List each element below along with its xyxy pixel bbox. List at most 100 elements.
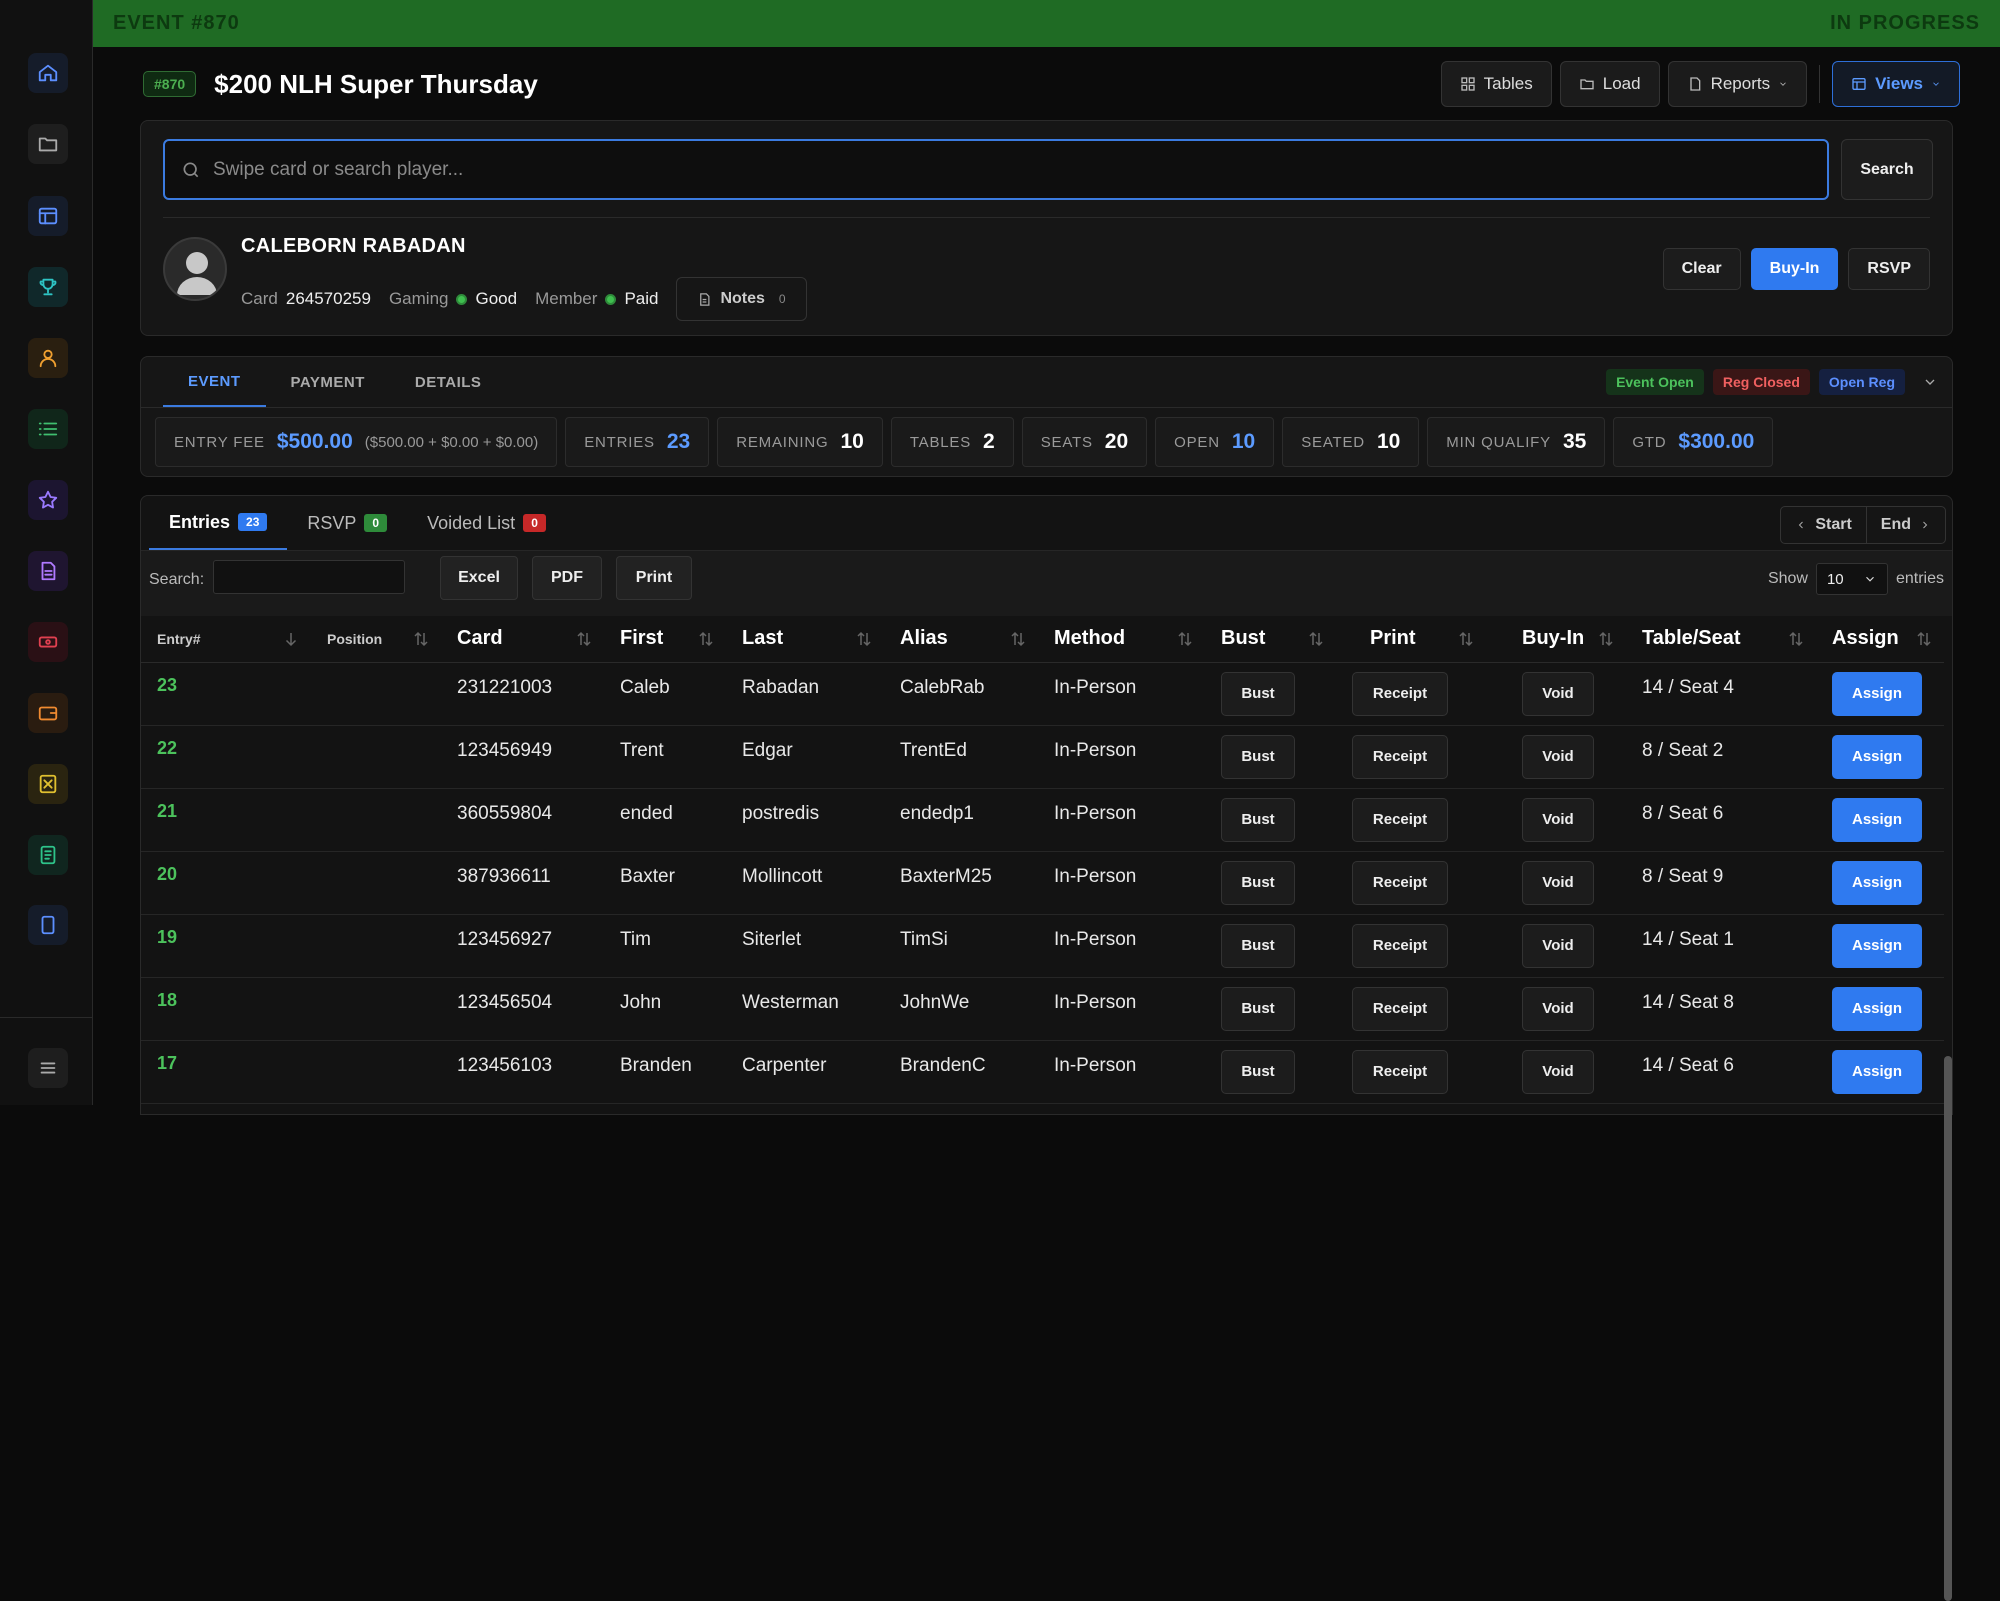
- assign-button[interactable]: Assign: [1832, 671, 1922, 716]
- home-icon[interactable]: [28, 53, 68, 93]
- col-bust[interactable]: Bust: [1205, 616, 1336, 663]
- stat-open: OPEN 10: [1155, 417, 1275, 467]
- folder-icon[interactable]: [28, 124, 68, 164]
- trophy-icon[interactable]: [28, 267, 68, 307]
- bust-button[interactable]: Bust: [1221, 1049, 1295, 1094]
- player-search-input[interactable]: [213, 158, 1713, 181]
- user-icon[interactable]: [28, 338, 68, 378]
- rsvp-button[interactable]: RSVP: [1848, 248, 1930, 290]
- receipt-button[interactable]: Receipt: [1352, 923, 1448, 968]
- col-last[interactable]: Last: [726, 616, 884, 663]
- receipt-button[interactable]: Receipt: [1352, 1049, 1448, 1094]
- receipt-button[interactable]: Receipt: [1352, 734, 1448, 779]
- stat-label: TABLES: [909, 433, 972, 451]
- bust-button[interactable]: Bust: [1221, 860, 1295, 905]
- views-button[interactable]: Views: [1832, 61, 1960, 107]
- excel-button[interactable]: Excel: [440, 556, 518, 600]
- stat-value: 35: [1562, 430, 1587, 453]
- void-button[interactable]: Void: [1522, 671, 1594, 716]
- void-button[interactable]: Void: [1522, 734, 1594, 779]
- scrollbar[interactable]: [1944, 1056, 1952, 1601]
- tab-payment[interactable]: PAYMENT: [266, 357, 390, 407]
- show-label: Show: [1767, 570, 1808, 587]
- tab-rsvp[interactable]: RSVP 0: [287, 496, 407, 550]
- pdf-button[interactable]: PDF: [532, 556, 602, 600]
- method-cell: In-Person: [1038, 788, 1205, 852]
- col-table-seat[interactable]: Table/Seat: [1626, 616, 1816, 663]
- calculator-icon[interactable]: [28, 764, 68, 804]
- col-alias[interactable]: Alias: [884, 616, 1038, 663]
- document-icon[interactable]: [28, 551, 68, 591]
- col-position[interactable]: Position: [311, 616, 441, 663]
- receipt-button[interactable]: Receipt: [1352, 797, 1448, 842]
- notes-button[interactable]: Notes 0: [676, 277, 807, 321]
- reports-button[interactable]: Reports: [1667, 61, 1808, 107]
- assign-button[interactable]: Assign: [1832, 797, 1922, 842]
- tab-voided-list[interactable]: Voided List 0: [407, 496, 566, 550]
- bust-button[interactable]: Bust: [1221, 797, 1295, 842]
- col-buy-in[interactable]: Buy-In: [1486, 616, 1626, 663]
- receipt-button[interactable]: Receipt: [1352, 860, 1448, 905]
- page-size-select[interactable]: 10: [1815, 563, 1888, 595]
- gaming-label: Gaming: [388, 289, 449, 308]
- void-button[interactable]: Void: [1522, 923, 1594, 968]
- wallet-icon[interactable]: [28, 693, 68, 733]
- player-info: Card 264570259 Gaming Good Member Paid N…: [241, 277, 807, 321]
- table-search-input[interactable]: [213, 560, 405, 594]
- assign-button[interactable]: Assign: [1832, 923, 1922, 968]
- receipt-button[interactable]: Receipt: [1352, 671, 1448, 716]
- star-icon[interactable]: [28, 480, 68, 520]
- stat-min-qualify: MIN QUALIFY 35: [1427, 417, 1606, 467]
- tab-details[interactable]: DETAILS: [390, 357, 507, 407]
- void-button[interactable]: Void: [1522, 1049, 1594, 1094]
- bust-button[interactable]: Bust: [1221, 923, 1295, 968]
- tablet-icon[interactable]: [28, 905, 68, 945]
- void-button[interactable]: Void: [1522, 986, 1594, 1031]
- col-assign[interactable]: Assign: [1816, 616, 1944, 663]
- clear-button[interactable]: Clear: [1662, 248, 1741, 290]
- divider: [141, 407, 1952, 408]
- assign-button[interactable]: Assign: [1832, 734, 1922, 779]
- tables-button[interactable]: Tables: [1440, 61, 1552, 107]
- chevron-down-icon[interactable]: [1922, 374, 1938, 390]
- report-icon[interactable]: [28, 835, 68, 875]
- end-button[interactable]: End: [1866, 506, 1946, 544]
- first-name-cell: Caleb: [604, 662, 726, 726]
- col-print[interactable]: Print: [1336, 616, 1486, 663]
- bust-button[interactable]: Bust: [1221, 986, 1295, 1031]
- avatar: [163, 237, 227, 301]
- bust-button[interactable]: Bust: [1221, 671, 1295, 716]
- search-button[interactable]: Search: [1841, 139, 1933, 200]
- open-reg-button[interactable]: Open Reg: [1818, 369, 1905, 395]
- buy-in-button[interactable]: Buy-In: [1750, 248, 1839, 290]
- table-seat-cell: 14 / Seat 8: [1626, 977, 1816, 1041]
- bust-button[interactable]: Bust: [1221, 734, 1295, 779]
- tab-event[interactable]: EVENT: [163, 357, 266, 407]
- col-entry[interactable]: Entry#: [141, 616, 311, 663]
- col-card[interactable]: Card: [441, 616, 604, 663]
- void-button[interactable]: Void: [1522, 860, 1594, 905]
- assign-button[interactable]: Assign: [1832, 860, 1922, 905]
- col-method[interactable]: Method: [1038, 616, 1205, 663]
- start-button[interactable]: Start: [1780, 506, 1867, 544]
- receipt-button[interactable]: Receipt: [1352, 986, 1448, 1031]
- void-button[interactable]: Void: [1522, 797, 1594, 842]
- assign-button[interactable]: Assign: [1832, 1049, 1922, 1094]
- alias-cell: CalebRab: [884, 662, 1038, 726]
- col-first[interactable]: First: [604, 616, 726, 663]
- print-button[interactable]: Print: [616, 556, 692, 600]
- ticket-icon[interactable]: [28, 622, 68, 662]
- stat-remaining: REMAINING 10: [717, 417, 883, 467]
- last-name-cell: Edgar: [726, 725, 884, 789]
- menu-icon[interactable]: [28, 1048, 68, 1088]
- notes-label: Notes: [720, 290, 765, 307]
- load-button[interactable]: Load: [1559, 61, 1660, 107]
- sort-icon: [1599, 631, 1613, 647]
- sort-icon: [414, 631, 428, 647]
- assign-button[interactable]: Assign: [1832, 986, 1922, 1031]
- layout-icon[interactable]: [28, 196, 68, 236]
- tab-entries[interactable]: Entries 23: [149, 496, 288, 550]
- position-cell: [311, 662, 441, 726]
- page-size: Show 10 entries: [1768, 563, 1944, 595]
- list-icon[interactable]: [28, 409, 68, 449]
